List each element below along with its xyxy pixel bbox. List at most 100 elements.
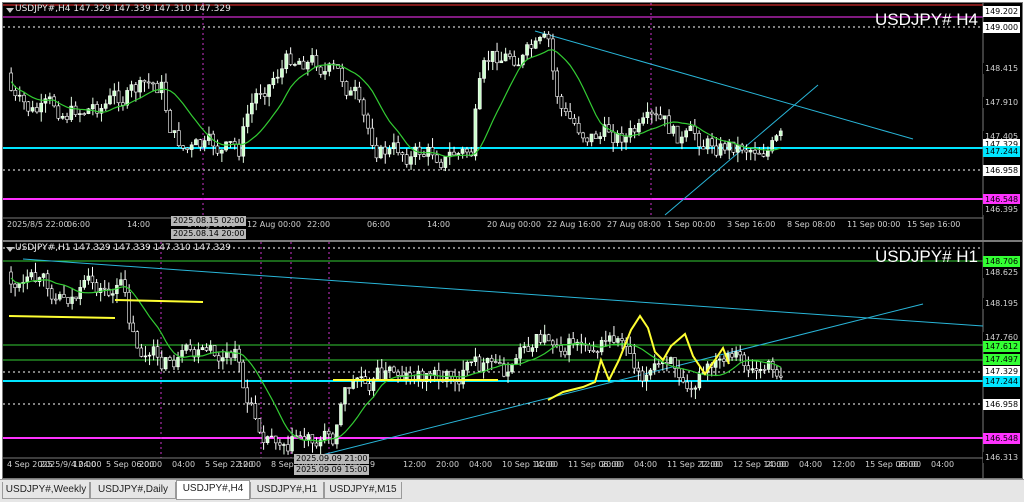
candle-body <box>204 347 209 351</box>
h1-time-label: 04:00 <box>799 460 823 469</box>
candle-body <box>645 111 650 119</box>
h1-time-label: 20:00 <box>898 460 922 469</box>
candle-body <box>671 125 676 134</box>
candle-body <box>159 356 164 370</box>
candle-body <box>151 346 156 356</box>
h1-time-label: 20:00 <box>139 460 163 469</box>
candle-body <box>168 110 173 133</box>
candle-body <box>510 363 514 373</box>
h1-time-label: 12:00 <box>535 460 559 469</box>
h1-symbol-label: USDJPY# H1 <box>875 247 978 266</box>
candle-body <box>477 356 482 372</box>
candle-body <box>310 55 314 63</box>
candle-body <box>348 90 353 96</box>
candle-body <box>460 148 465 154</box>
candle-body <box>339 403 343 426</box>
candle-body <box>326 430 331 435</box>
candle-body <box>591 350 596 352</box>
h4-price-label: 147.244 <box>983 146 1020 157</box>
candle-body <box>146 81 151 84</box>
candle-body <box>738 351 742 356</box>
candle-body <box>559 96 564 109</box>
candle-body <box>692 125 697 134</box>
candle-body <box>78 113 82 115</box>
candle-body <box>457 381 461 385</box>
candle-body <box>559 345 563 352</box>
candle-body <box>514 358 518 365</box>
h1-chart-panel[interactable]: USDJPY#,H1 147.329 147.339 147.310 147.3… <box>2 241 1023 479</box>
candle-body <box>249 402 254 405</box>
candle-body <box>465 361 469 371</box>
candle-body <box>516 64 521 67</box>
candle-body <box>507 53 512 57</box>
tab-h4[interactable]: USDJPY#,H4 <box>176 480 250 500</box>
candle-body <box>267 84 271 97</box>
candle-body <box>477 78 482 110</box>
annot-zigzag <box>547 314 730 401</box>
candle-body <box>436 369 441 380</box>
candle-body <box>396 371 400 376</box>
tab-h1[interactable]: USDJPY#,H1 <box>250 482 324 499</box>
candle-body <box>237 348 241 363</box>
candle-body <box>576 123 581 134</box>
candle-body <box>512 56 517 66</box>
tab-daily[interactable]: USDJPY#,Daily <box>90 482 176 499</box>
candle-body <box>473 108 478 157</box>
candle-body <box>624 136 628 143</box>
candle-body <box>546 334 551 342</box>
candle-body <box>774 135 779 141</box>
candle-body <box>644 374 649 382</box>
candle-body <box>375 367 380 380</box>
candle-body <box>498 362 502 365</box>
candle-body <box>529 44 534 49</box>
tab-weekly[interactable]: USDJPY#,Weekly <box>2 482 90 499</box>
candle-body <box>761 153 766 157</box>
candle-body <box>271 77 276 86</box>
candle-body <box>357 86 362 101</box>
candle-body <box>765 150 770 157</box>
candle-body <box>172 130 177 133</box>
h4-time-label: 06:00 <box>67 220 91 229</box>
candle-body <box>212 345 217 357</box>
candle-body <box>439 161 443 168</box>
candle-body <box>770 361 775 371</box>
candle-body <box>489 357 494 362</box>
candle-body <box>250 102 254 115</box>
candle-body <box>111 293 115 296</box>
candle-body <box>710 138 714 147</box>
h1-time-label: 04:00 <box>634 460 658 469</box>
candle-body <box>714 145 719 156</box>
h4-chart-panel[interactable]: USDJPY#,H4 147.329 147.339 147.310 147.3… <box>2 2 1023 241</box>
candle-body <box>754 368 759 371</box>
candle-body <box>689 388 693 390</box>
candle-body <box>701 146 706 150</box>
candle-body <box>314 442 319 447</box>
candle-body <box>538 334 543 343</box>
h4-chart-canvas[interactable] <box>3 3 1022 240</box>
candle-body <box>778 130 783 136</box>
candle-body <box>775 369 779 377</box>
candle-body <box>269 435 274 438</box>
candle-body <box>310 434 315 444</box>
candle-body <box>482 60 486 79</box>
h4-time-label: 27 Aug 08:00 <box>607 220 661 229</box>
candle-body <box>675 125 680 144</box>
h1-time-label: 20:00 <box>436 460 460 469</box>
h4-time-label: 14:00 <box>127 220 151 229</box>
candle-body <box>542 334 547 343</box>
candle-body <box>542 33 547 38</box>
candle-body <box>612 335 616 343</box>
candle-body <box>378 146 383 159</box>
candle-body <box>374 145 379 159</box>
candle-body <box>697 373 702 389</box>
candle-body <box>585 137 590 143</box>
h1-time-label: 9 <box>370 460 376 469</box>
candle-body <box>432 369 437 376</box>
tab-m15[interactable]: USDJPY#,M15 <box>324 482 402 499</box>
candle-body <box>340 67 345 82</box>
h4-time-label: 2025/8/5 22:00 <box>7 220 69 229</box>
candle-body <box>278 442 282 446</box>
candle-body <box>323 71 327 75</box>
h1-chart-canvas[interactable] <box>3 242 1022 478</box>
candle-body <box>485 357 490 364</box>
